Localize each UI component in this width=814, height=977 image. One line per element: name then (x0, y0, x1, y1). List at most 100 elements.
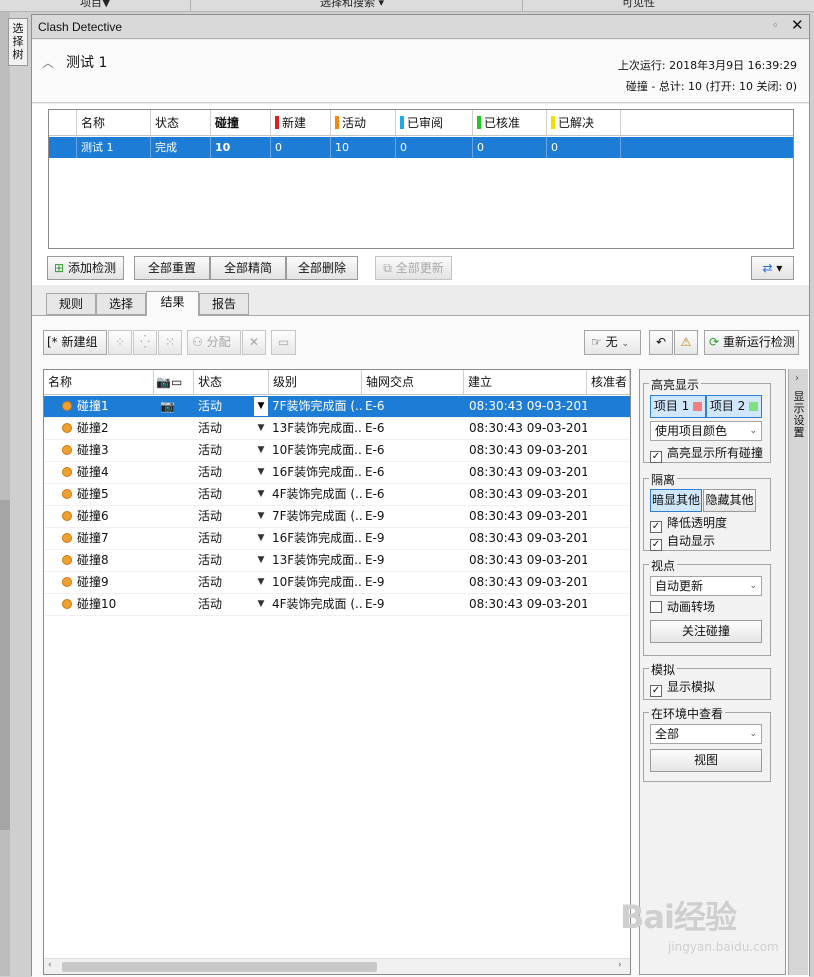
context-scope-select[interactable]: 全部 ⌄ (650, 724, 762, 744)
status-dropdown-icon[interactable]: ▼ (254, 441, 268, 460)
status-dropdown-icon[interactable]: ▼ (254, 485, 268, 504)
col-new[interactable]: 新建 (271, 110, 331, 135)
selection-tree-tab[interactable]: 选择树 (8, 18, 28, 66)
status-dropdown-icon[interactable]: ▼ (254, 463, 268, 482)
tab-results[interactable]: 结果 (146, 291, 199, 316)
undo-icon[interactable]: ↶ (649, 330, 673, 355)
table-row[interactable]: 碰撞2 活动 ▼ 13F装饰完成面... E-6 08:30:43 09-03-2018 (44, 418, 630, 440)
item2-color-swatch (749, 402, 759, 411)
add-test-button[interactable]: ⊞ 添加检测 (47, 256, 124, 280)
display-mode-value: 无 (605, 335, 618, 349)
col-approved-label: 已核准 (484, 116, 521, 130)
import-export-button[interactable]: ⇄ ▾ (751, 256, 794, 280)
col-name[interactable]: 名称 (77, 110, 151, 135)
expand-arrow-icon[interactable]: › (795, 373, 799, 384)
hide-others-button[interactable]: 隐藏其他 (703, 489, 756, 512)
viewpoint-mode-select[interactable]: 自动更新 ⌄ (650, 576, 762, 596)
group-clashes-icon[interactable]: ⁘ (108, 330, 132, 355)
reduce-transparency-checkbox[interactable]: ✓ 降低透明度 (650, 514, 727, 533)
clash-status: 活动 (198, 443, 223, 457)
ribbon-item-visibility[interactable]: 可见性 (622, 0, 655, 10)
table-row[interactable]: 碰撞5 活动 ▼ 4F装饰完成面 (... E-6 08:30:43 09-03-2018 (44, 484, 630, 506)
status-dropdown-icon[interactable]: ▼ (254, 529, 268, 548)
col-active[interactable]: 活动 (331, 110, 396, 135)
table-row[interactable]: 碰撞7 活动 ▼ 16F装饰完成面... E-9 08:30:43 09-03-2018 (44, 528, 630, 550)
col-clash-status[interactable]: 状态 (194, 370, 269, 394)
isolate-group: 隔离 暗显其他 隐藏其他 ✓ 降低透明度 ✓ 自动显示 (643, 471, 771, 551)
resolve-warning-icon[interactable]: ⚠ (674, 330, 698, 355)
col-level[interactable]: 级别 (269, 370, 362, 394)
highlight-all-checkbox[interactable]: ✓ 高亮显示所有碰撞 (650, 444, 763, 463)
remove-from-group-icon[interactable]: ⁙ (158, 330, 182, 355)
col-approved[interactable]: 已核准 (473, 110, 547, 135)
clash-level: 7F装饰完成面 (... (272, 399, 362, 413)
delete-all-button[interactable]: 全部删除 (286, 256, 358, 280)
explode-group-icon[interactable]: ⁛ (133, 330, 157, 355)
dim-others-button[interactable]: 暗显其他 (650, 489, 702, 512)
item1-color-swatch (693, 402, 703, 411)
view-button[interactable]: 视图 (650, 749, 762, 772)
status-dropdown-icon[interactable]: ▼ (254, 419, 268, 438)
clash-level: 13F装饰完成面... (272, 553, 362, 567)
pin-icon[interactable]: ◦ (772, 19, 779, 32)
scroll-left-icon[interactable]: ‹ (48, 960, 52, 970)
col-resolved-label: 已解决 (558, 116, 595, 130)
scroll-thumb[interactable] (62, 962, 377, 972)
table-row[interactable]: 碰撞10 活动 ▼ 4F装饰完成面 (... E-9 08:30:43 09-03-201… (44, 594, 630, 616)
test-row[interactable]: 测试 1 完成 10 0 10 0 0 0 (49, 137, 793, 158)
horizontal-scrollbar[interactable]: ‹ › (44, 958, 630, 974)
add-comment-icon[interactable]: ▭ (271, 330, 296, 355)
status-dropdown-icon[interactable]: ▼ (254, 573, 268, 592)
tab-report[interactable]: 报告 (199, 293, 249, 315)
current-test-name: 测试 1 (66, 55, 108, 71)
clash-name-cell: 碰撞4 (44, 462, 154, 483)
table-row[interactable]: 碰撞4 活动 ▼ 16F装饰完成面... E-6 08:30:43 09-03-2018 (44, 462, 630, 484)
table-row[interactable]: 碰撞6 活动 ▼ 7F装饰完成面 (... E-9 08:30:43 09-03-2018 (44, 506, 630, 528)
reset-all-button[interactable]: 全部重置 (134, 256, 210, 280)
col-clash-name[interactable]: 名称 (44, 370, 154, 394)
viewpoint-group: 视点 自动更新 ⌄ 动画转场 关注碰撞 (643, 557, 771, 656)
display-mode-dropdown[interactable]: ☞ 无 ⌄ (584, 330, 641, 355)
show-simulation-checkbox[interactable]: ✓ 显示模拟 (650, 678, 715, 697)
focus-clash-button[interactable]: 关注碰撞 (650, 620, 762, 643)
compact-all-button[interactable]: 全部精简 (210, 256, 286, 280)
ribbon-item-select-search[interactable]: 选择和搜索 ▾ (320, 0, 384, 10)
auto-reveal-checkbox[interactable]: ✓ 自动显示 (650, 532, 715, 551)
tab-rules[interactable]: 规则 (46, 293, 96, 315)
update-all-button[interactable]: ⧉ 全部更新 (375, 256, 452, 280)
table-row[interactable]: 碰撞9 活动 ▼ 10F装饰完成面... E-9 08:30:43 09-03-2018 (44, 572, 630, 594)
clash-grid: E-9 (365, 531, 385, 545)
collapse-chevron-icon[interactable]: ︿ (42, 54, 54, 71)
status-dropdown-icon[interactable]: ▼ (254, 397, 268, 416)
table-row[interactable]: 碰撞8 活动 ▼ 13F装饰完成面... E-9 08:30:43 09-03-2018 (44, 550, 630, 572)
col-reviewed[interactable]: 已审阅 (396, 110, 473, 135)
isolate-title: 隔离 (649, 471, 678, 488)
highlight-color-select[interactable]: 使用项目颜色 ⌄ (650, 421, 762, 441)
table-row[interactable]: 碰撞1 📷 活动 ▼ 7F装饰完成面 (... E-6 08:30:43 09-03-201… (44, 396, 630, 418)
col-clashes[interactable]: 碰撞 (211, 110, 271, 135)
simulation-group: 模拟 ✓ 显示模拟 (643, 661, 771, 700)
animate-transition-checkbox[interactable]: 动画转场 (650, 598, 715, 615)
scroll-right-icon[interactable]: › (618, 960, 622, 970)
display-settings-side-tab[interactable]: › 显示设置 (788, 369, 808, 975)
status-dropdown-icon[interactable]: ▼ (254, 507, 268, 526)
ribbon-item-project[interactable]: 项目▼ (80, 0, 110, 10)
status-dropdown-icon[interactable]: ▼ (254, 551, 268, 570)
col-status[interactable]: 状态 (151, 110, 211, 135)
new-group-button[interactable]: [* 新建组 (43, 330, 107, 355)
col-approved-by[interactable]: 核准者 (587, 370, 630, 394)
item2-highlight-button[interactable]: 项目 2 (706, 395, 762, 418)
col-grid-intersection[interactable]: 轴网交点 (362, 370, 464, 394)
unassign-icon[interactable]: ✕ (242, 330, 266, 355)
tab-select[interactable]: 选择 (96, 293, 146, 315)
col-resolved[interactable]: 已解决 (547, 110, 621, 135)
assign-button[interactable]: ⚇ 分配 (187, 330, 241, 355)
item1-highlight-button[interactable]: 项目 1 (650, 395, 706, 418)
col-created[interactable]: 建立 (464, 370, 587, 394)
status-dropdown-icon[interactable]: ▼ (254, 595, 268, 614)
table-row[interactable]: 碰撞3 活动 ▼ 10F装饰完成面... E-6 08:30:43 09-03-2018 (44, 440, 630, 462)
clash-created: 08:30:43 09-03-2018 (469, 421, 587, 435)
rerun-test-button[interactable]: ⟳ 重新运行检测 (704, 330, 799, 355)
close-icon[interactable]: ✕ (791, 16, 804, 34)
highlight-color-value: 使用项目颜色 (655, 424, 728, 438)
